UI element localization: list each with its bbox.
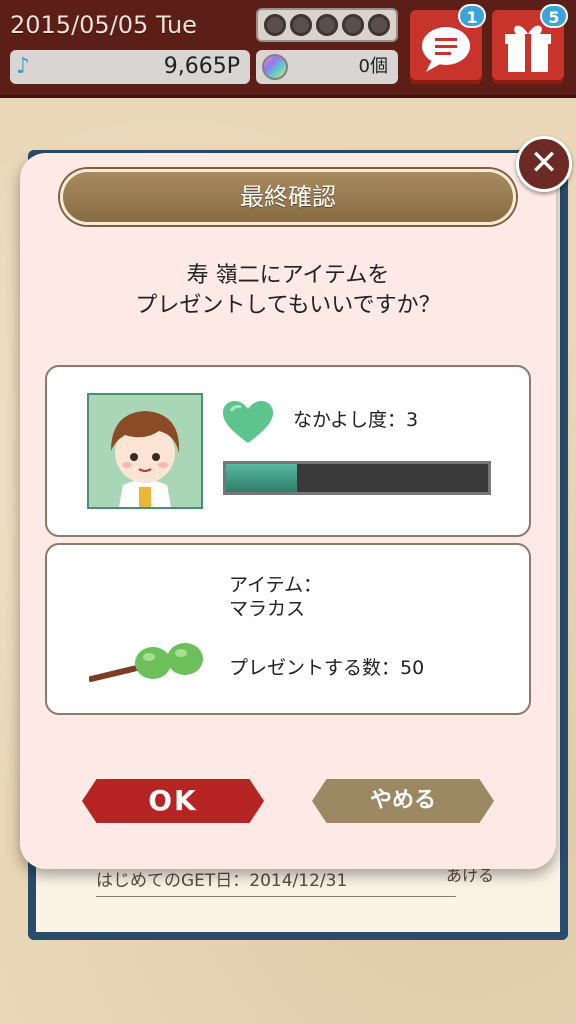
- star-icon: [264, 14, 286, 36]
- gift-button[interactable]: 5: [492, 4, 568, 84]
- item-name: マラカス: [229, 598, 306, 620]
- close-icon: ✕: [529, 143, 559, 183]
- question-line-2: プレゼントしてもいいですか？: [135, 293, 441, 318]
- friendship-card: なかよし度：3: [45, 365, 531, 537]
- music-note-icon: ♪: [16, 54, 31, 79]
- maracas-icon: [89, 643, 203, 682]
- date-display: 2015/05/05 Tue: [10, 11, 197, 39]
- points-value: 9,665P: [163, 54, 240, 79]
- points-display: ♪ 9,665P: [10, 50, 250, 84]
- gems-display: 0個: [256, 50, 398, 84]
- item-card: アイテム： マラカス プレゼントする数：50: [45, 543, 531, 715]
- gems-value: 0個: [358, 56, 388, 77]
- star-icon: [342, 14, 364, 36]
- question-line-1: 寿 嶺二にアイテムを: [186, 263, 390, 288]
- star-rating: [256, 8, 398, 42]
- ok-button[interactable]: OK: [82, 779, 264, 823]
- character-portrait: [87, 393, 203, 509]
- close-button[interactable]: ✕: [516, 136, 572, 192]
- chat-badge: 1: [458, 4, 486, 28]
- chat-button[interactable]: 1: [410, 4, 486, 84]
- confirm-dialog: 最終確認 寿 嶺二にアイテムを プレゼントしてもいいですか？ なかよし度：3 ア…: [20, 153, 556, 869]
- star-icon: [368, 14, 390, 36]
- character-avatar-icon: [89, 395, 201, 507]
- confirm-question: 寿 嶺二にアイテムを プレゼントしてもいいですか？: [60, 261, 516, 321]
- status-bar: 2015/05/05 Tue ♪ 9,665P 0個 1 5: [0, 0, 576, 98]
- friendship-level: なかよし度：3: [293, 409, 419, 431]
- item-label: アイテム：: [229, 574, 323, 596]
- friendship-gauge: [223, 461, 491, 495]
- gem-icon: [262, 54, 288, 80]
- present-quantity: プレゼントする数：50: [229, 657, 425, 679]
- dialog-title: 最終確認: [60, 169, 516, 225]
- friendship-gauge-fill: [226, 464, 297, 492]
- heart-icon: [223, 401, 273, 443]
- cancel-button[interactable]: やめる: [312, 779, 494, 823]
- star-icon: [316, 14, 338, 36]
- first-get-date: はじめてのGET日：2014/12/31: [96, 866, 456, 897]
- gift-badge: 5: [540, 4, 568, 28]
- star-icon: [290, 14, 312, 36]
